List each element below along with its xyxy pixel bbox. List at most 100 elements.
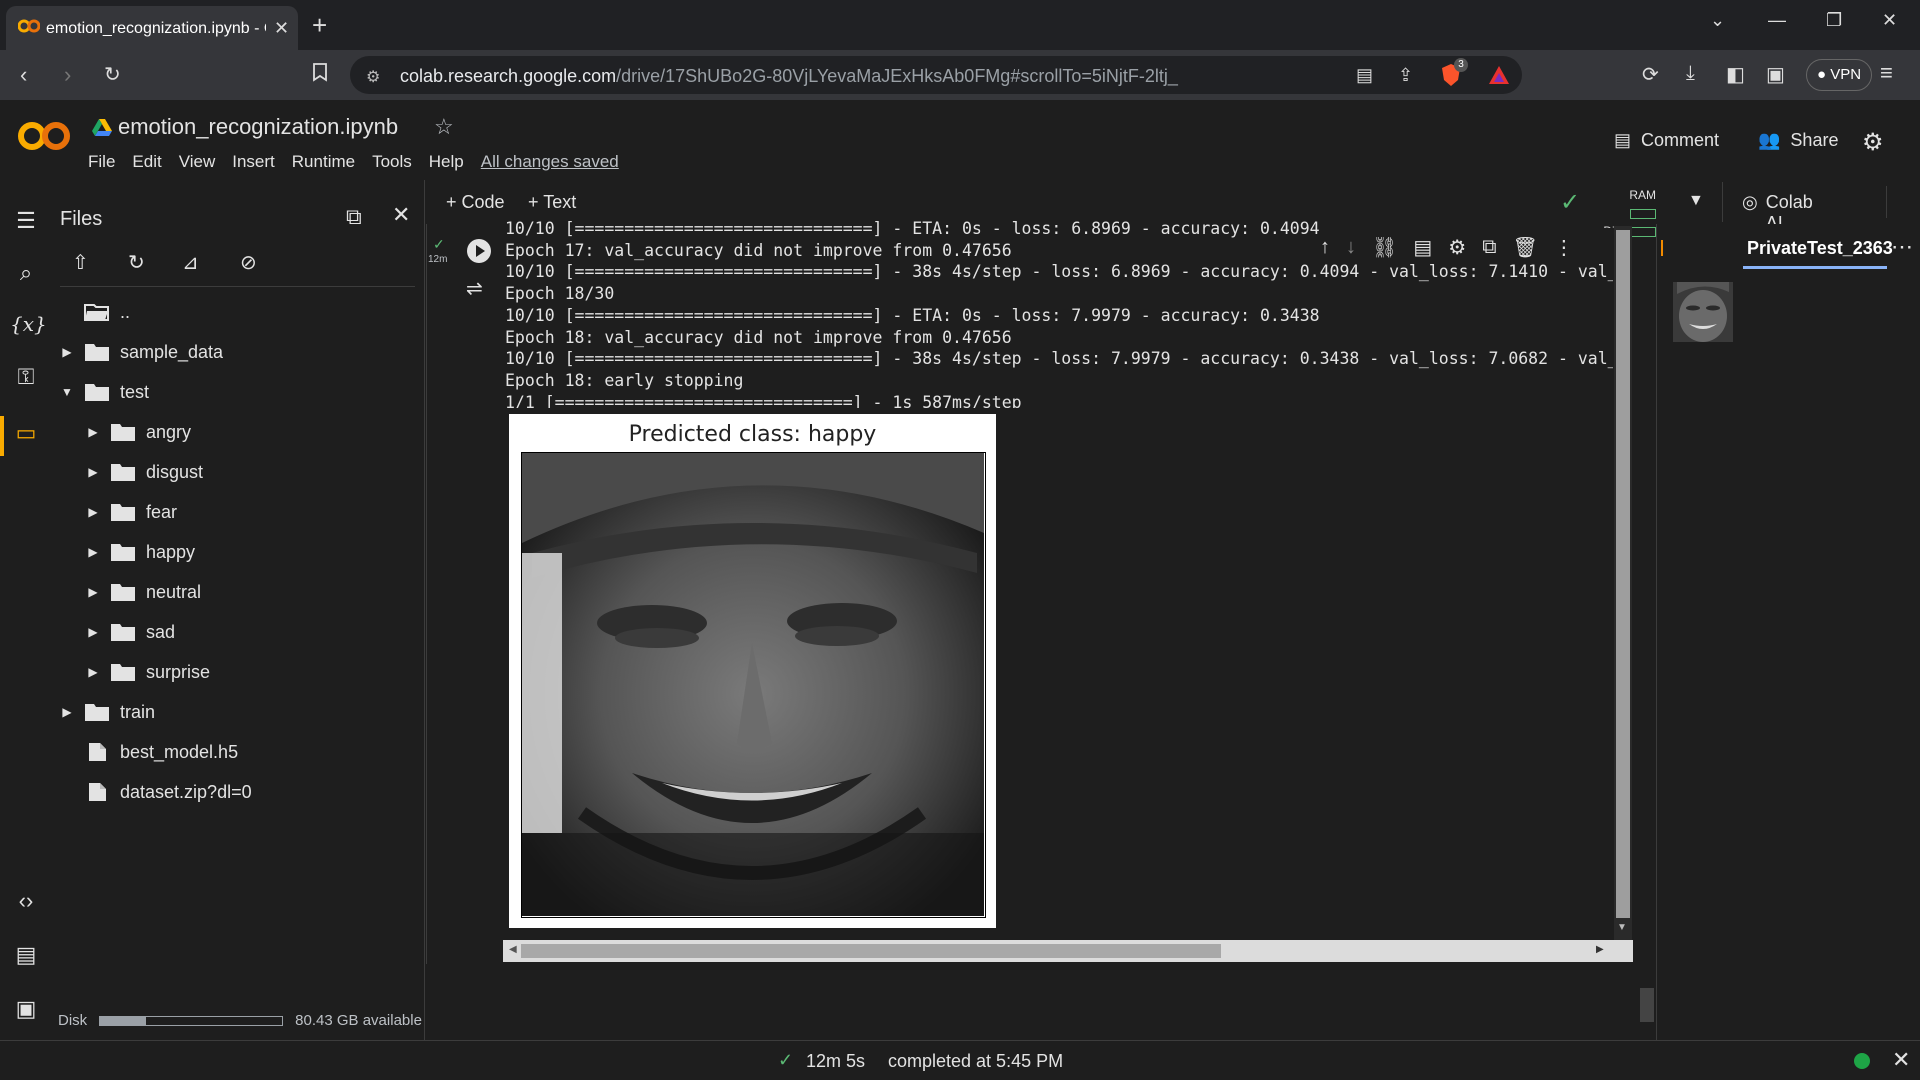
menu-help[interactable]: Help bbox=[429, 152, 464, 172]
menu-edit[interactable]: Edit bbox=[132, 152, 161, 172]
variables-icon[interactable]: {x} bbox=[10, 312, 47, 344]
brave-rewards-icon[interactable] bbox=[1488, 65, 1510, 85]
file-tree-item[interactable]: ▶ disgust bbox=[86, 452, 203, 492]
reader-mode-icon[interactable]: ▤ bbox=[1356, 65, 1373, 86]
menu-runtime[interactable]: Runtime bbox=[292, 152, 355, 172]
file-tree-item[interactable]: ▶ train bbox=[60, 692, 155, 732]
browser-tab[interactable]: emotion_recognization.ipynb - C ✕ bbox=[6, 6, 298, 50]
status-close-icon[interactable]: ✕ bbox=[1892, 1047, 1910, 1073]
expand-caret-icon[interactable]: ▶ bbox=[86, 625, 100, 639]
status-check-icon: ✓ bbox=[778, 1050, 794, 1070]
refresh-icon[interactable]: ↻ bbox=[128, 250, 145, 275]
run-cell-icon[interactable] bbox=[466, 238, 492, 264]
page-scrollbar-thumb[interactable] bbox=[1640, 988, 1654, 1022]
secrets-key-icon[interactable]: ⚿ bbox=[10, 364, 42, 396]
upload-file-icon[interactable]: ⇧ bbox=[72, 250, 89, 275]
file-tree-item[interactable]: best_model.h5 bbox=[60, 732, 238, 772]
add-code-button[interactable]: + Code bbox=[446, 192, 505, 213]
share-button[interactable]: 👥 Share bbox=[1758, 130, 1838, 151]
scroll-down-icon[interactable]: ▼ bbox=[1617, 922, 1627, 933]
notebook-name[interactable]: emotion_recognization.ipynb bbox=[118, 114, 398, 140]
output-line: Epoch 18: val_accuracy did not improve f… bbox=[505, 327, 1012, 347]
search-icon[interactable]: ⌕ bbox=[10, 260, 42, 292]
new-tab-icon[interactable]: + bbox=[312, 10, 327, 41]
expand-caret-icon[interactable]: ▶ bbox=[60, 345, 74, 359]
expand-caret-icon[interactable]: ▶ bbox=[86, 665, 100, 679]
menu-file[interactable]: File bbox=[88, 152, 115, 172]
window-close-icon[interactable]: ✕ bbox=[1882, 10, 1897, 31]
minimize-icon[interactable]: — bbox=[1768, 10, 1786, 31]
output-actions-icon[interactable]: ⇌ bbox=[466, 276, 483, 301]
files-folder-icon[interactable]: ▭ bbox=[10, 420, 42, 452]
file-tree-label: train bbox=[120, 701, 156, 722]
tab-search-icon[interactable]: ⌄ bbox=[1710, 10, 1725, 31]
vpn-button[interactable]: ● VPN bbox=[1806, 59, 1873, 91]
expand-caret-icon[interactable]: ▶ bbox=[86, 425, 100, 439]
file-tree-item[interactable]: ▶ sad bbox=[86, 612, 175, 652]
terminal-icon[interactable]: ▣ bbox=[10, 996, 42, 1028]
disk-usage-fill bbox=[100, 1016, 146, 1025]
code-snippets-icon[interactable]: ‹› bbox=[10, 888, 42, 920]
wallet-icon[interactable]: ▣ bbox=[1766, 62, 1785, 87]
expand-caret-icon[interactable]: ▶ bbox=[86, 505, 100, 519]
collapse-caret-icon[interactable]: ▼ bbox=[60, 385, 74, 399]
cell-success-icon: ✓ bbox=[433, 236, 445, 252]
scroll-right-icon[interactable]: ▶ bbox=[1596, 944, 1604, 955]
expand-caret-icon[interactable]: ▶ bbox=[86, 465, 100, 479]
file-tree-item[interactable]: ▼ test bbox=[60, 372, 149, 412]
browser-menu-icon[interactable]: ≡ bbox=[1880, 60, 1893, 86]
file-tree-item[interactable]: .. bbox=[60, 292, 130, 332]
expand-caret-icon[interactable]: ▶ bbox=[86, 585, 100, 599]
horizontal-scrollbar-thumb[interactable] bbox=[521, 944, 1221, 958]
left-rail: ☰ ⌕ {x} ⚿ ▭ ‹› ▤ ▣ bbox=[0, 180, 50, 1040]
file-tree-item[interactable]: ▶ angry bbox=[86, 412, 191, 452]
image-tab[interactable]: PrivateTest_2363 bbox=[1747, 238, 1893, 259]
leo-ai-icon[interactable]: ⟳ bbox=[1642, 62, 1659, 87]
url-text: colab.research.google.com/drive/17ShUBo2… bbox=[400, 66, 1178, 86]
expand-caret-icon[interactable]: ▶ bbox=[60, 705, 74, 719]
tab-close-icon[interactable]: ✕ bbox=[274, 18, 289, 39]
command-palette-icon[interactable]: ▤ bbox=[10, 942, 42, 974]
menu-tools[interactable]: Tools bbox=[372, 152, 412, 172]
colab-logo-icon[interactable] bbox=[18, 118, 70, 154]
star-icon[interactable]: ☆ bbox=[434, 114, 454, 140]
comment-button[interactable]: ▤ Comment bbox=[1614, 130, 1719, 151]
restore-icon[interactable]: ❐ bbox=[1826, 10, 1842, 31]
file-tree-item[interactable]: ▶ happy bbox=[86, 532, 195, 572]
expand-caret-icon[interactable]: ▶ bbox=[86, 545, 100, 559]
table-of-contents-icon[interactable]: ☰ bbox=[10, 208, 42, 240]
vertical-scrollbar-thumb[interactable] bbox=[1616, 230, 1630, 918]
settings-gear-icon[interactable]: ⚙ bbox=[1862, 128, 1884, 157]
bookmark-icon[interactable] bbox=[312, 62, 328, 82]
site-settings-icon[interactable]: ⚙ bbox=[366, 67, 380, 87]
file-tree-item[interactable]: ▶ sample_data bbox=[60, 332, 223, 372]
menu-insert[interactable]: Insert bbox=[232, 152, 275, 172]
menu-view[interactable]: View bbox=[179, 152, 216, 172]
open-in-tab-icon[interactable]: ⧉ bbox=[346, 204, 362, 230]
file-tree-item[interactable]: ▶ neutral bbox=[86, 572, 201, 612]
file-tree-item[interactable]: ▶ surprise bbox=[86, 652, 210, 692]
tab-menu-icon[interactable]: ⋯ bbox=[1891, 234, 1913, 260]
runtime-dropdown-icon[interactable]: ▼ bbox=[1688, 192, 1704, 210]
file-tree-item[interactable]: dataset.zip?dl=0 bbox=[60, 772, 252, 812]
file-tree-item[interactable]: ▶ fear bbox=[86, 492, 177, 532]
share-page-icon[interactable]: ⇪ bbox=[1398, 65, 1413, 86]
scroll-left-icon[interactable]: ◀ bbox=[509, 944, 517, 955]
back-icon[interactable]: ‹ bbox=[20, 62, 27, 88]
folder-icon bbox=[111, 424, 135, 441]
save-status-link[interactable]: All changes saved bbox=[481, 152, 619, 172]
reload-icon[interactable]: ↻ bbox=[104, 62, 121, 87]
mount-drive-icon[interactable]: ⊿ bbox=[182, 250, 199, 275]
add-text-button[interactable]: + Text bbox=[528, 192, 576, 213]
sidebar-toggle-icon[interactable]: ◧ bbox=[1726, 62, 1745, 87]
forward-icon[interactable]: › bbox=[64, 62, 71, 88]
folder-icon bbox=[111, 584, 135, 601]
hide-files-icon[interactable]: ⊘ bbox=[240, 250, 257, 275]
downloads-icon[interactable]: ⤓ bbox=[1686, 62, 1695, 85]
brave-badge: 3 bbox=[1454, 58, 1468, 72]
image-thumbnail[interactable] bbox=[1673, 282, 1733, 342]
close-panel-icon[interactable]: ✕ bbox=[392, 202, 410, 228]
colab-favicon-icon bbox=[18, 18, 40, 34]
browser-navbar: ‹ › ↻ ⚙ colab.research.google.com/drive/… bbox=[0, 50, 1920, 100]
address-bar[interactable]: ⚙ colab.research.google.com/drive/17ShUB… bbox=[350, 56, 1522, 94]
